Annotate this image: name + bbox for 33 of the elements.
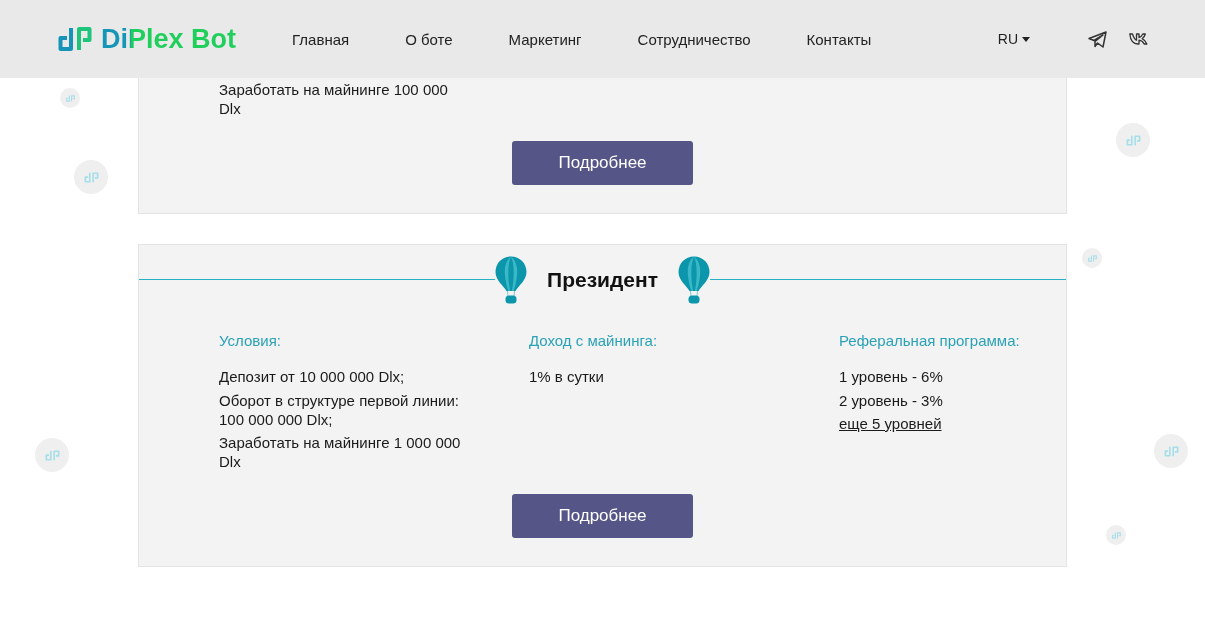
bubble-icon — [1116, 123, 1150, 157]
bubble-icon — [60, 88, 80, 108]
balloon-icon — [677, 255, 710, 304]
paper-plane-icon[interactable] — [1088, 30, 1107, 48]
plan-detail-text: 1% в сутки — [529, 367, 605, 386]
bubble-icon — [1154, 434, 1188, 468]
nav-link[interactable]: Главная — [292, 29, 350, 49]
plan-detail-text: 2 уровень - 3% — [839, 390, 944, 410]
column-heading: Доход с майнинга: — [529, 331, 659, 350]
bubble-icon — [1082, 248, 1102, 268]
details-button[interactable]: Подробнее — [512, 141, 693, 185]
logo-icon — [58, 26, 92, 52]
bubble-icon — [74, 160, 108, 194]
language-selector[interactable]: RU — [997, 31, 1030, 47]
social-logo-icon[interactable] — [1129, 33, 1148, 45]
balloon-icon — [495, 255, 528, 304]
more-levels-link[interactable]: еще 5 уровней — [839, 414, 942, 433]
bubble-icon — [1106, 525, 1126, 545]
nav-link[interactable]: Маркетинг — [508, 29, 582, 49]
plan-detail-text: 1 уровень - 6% — [839, 367, 944, 386]
plan-detail-text: Оборот в структуре первой линии: 100 000 000 Dlx; — [219, 390, 460, 429]
nav-link[interactable]: О боте — [405, 29, 453, 49]
nav-link[interactable]: Контакты — [806, 29, 872, 49]
column-heading: Реферальная программа: — [839, 331, 1021, 350]
bubble-icon — [35, 438, 69, 472]
plan-title: Президент — [547, 266, 658, 293]
plan-detail-text: Депозит от 10 000 000 Dlx; — [219, 367, 406, 386]
column-heading: Условия: — [219, 331, 282, 350]
plan-detail-text: Заработать на майнинге 100 000 Dlx — [219, 80, 449, 118]
nav-link[interactable]: Сотрудничество — [637, 29, 751, 49]
details-button[interactable]: Подробнее — [512, 494, 693, 538]
caret-icon — [1022, 36, 1030, 42]
plan-detail-text: Заработать на майнинге 1 000 000 Dlx — [219, 433, 462, 471]
